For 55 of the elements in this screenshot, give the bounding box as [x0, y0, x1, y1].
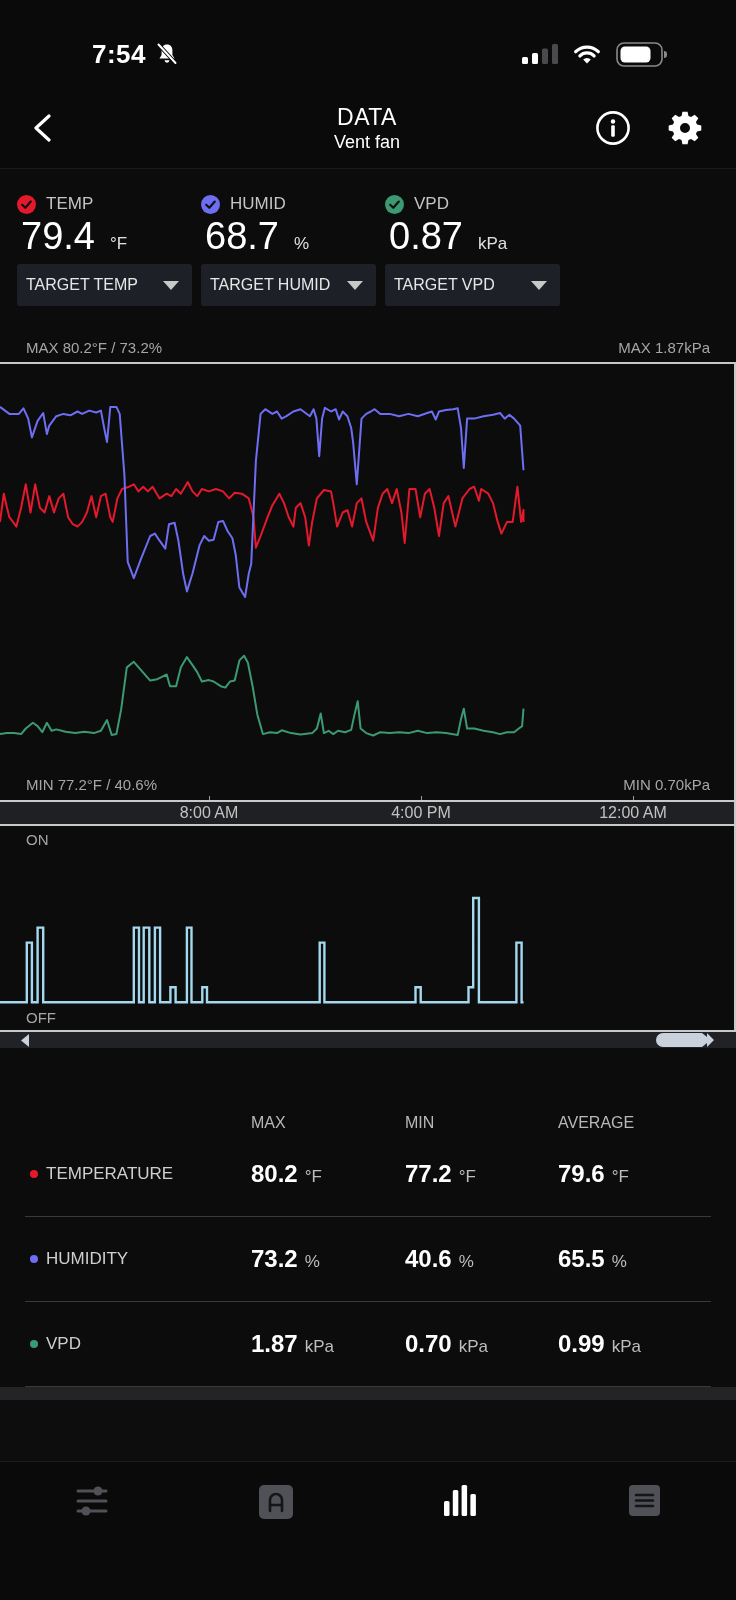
bell-slash-icon — [155, 42, 180, 66]
stat-value: 73.2 % — [251, 1245, 320, 1273]
stat-value: 80.2 °F — [251, 1160, 322, 1188]
fan-off-label: OFF — [26, 1009, 56, 1027]
caret-icon — [347, 280, 363, 290]
wifi-icon — [572, 43, 602, 65]
signal-icon — [522, 44, 558, 64]
scrollbar-thumb[interactable] — [656, 1033, 714, 1047]
metric-label: HUMID — [230, 194, 286, 214]
stat-value: 77.2 °F — [405, 1160, 476, 1188]
checkmark-circle-icon[interactable] — [201, 194, 220, 214]
bar-chart-icon[interactable] — [444, 1485, 476, 1516]
sliders-icon[interactable] — [76, 1485, 108, 1517]
settings-icon[interactable] — [668, 111, 702, 145]
battery-icon — [616, 41, 668, 67]
caret-icon — [531, 280, 547, 290]
device-subtitle: Vent fan — [333, 131, 401, 153]
target-dropdown[interactable]: TARGET HUMID — [201, 264, 376, 306]
chart-max-label: MAX 1.87kPa — [618, 339, 710, 357]
column-header: AVERAGE — [558, 1114, 636, 1132]
row-label: TEMPERATURE — [46, 1164, 174, 1184]
info-icon[interactable] — [596, 111, 630, 145]
stat-value: 40.6 % — [405, 1245, 474, 1273]
fan-on-label: ON — [26, 831, 49, 849]
target-dropdown[interactable]: TARGET TEMP — [17, 264, 192, 306]
caret-icon — [163, 280, 179, 290]
arch-tile-icon[interactable] — [259, 1485, 293, 1519]
row-label: VPD — [46, 1334, 81, 1354]
time-axis-label: 12:00 AM — [599, 803, 667, 823]
stat-value: 65.5 % — [558, 1245, 627, 1273]
screen-title: DATA — [337, 103, 397, 131]
time-axis-label: 4:00 PM — [391, 803, 451, 823]
chart-min-label: MIN 77.2°F / 40.6% — [26, 776, 158, 794]
back-chevron-icon[interactable] — [32, 114, 52, 142]
metric-reading: 79.4 °F — [20, 215, 128, 257]
stat-value: 1.87 kPa — [251, 1330, 334, 1358]
list-tile-icon[interactable] — [628, 1485, 660, 1516]
left-arrow-icon[interactable] — [21, 1033, 29, 1047]
metric-label: TEMP — [46, 194, 94, 214]
metric-label: VPD — [414, 194, 449, 214]
checkmark-circle-icon[interactable] — [385, 194, 404, 214]
time-axis-label: 8:00 AM — [179, 803, 239, 823]
target-dropdown[interactable]: TARGET VPD — [385, 264, 560, 306]
column-header: MIN — [405, 1114, 436, 1132]
stat-value: 0.70 kPa — [405, 1330, 488, 1358]
stat-value: 0.99 kPa — [558, 1330, 641, 1358]
column-header: MAX — [251, 1114, 287, 1132]
checkmark-circle-icon[interactable] — [17, 194, 36, 214]
status-time: 7:54 — [92, 39, 147, 69]
chart-min-label: MIN 0.70kPa — [623, 776, 710, 794]
row-label: HUMIDITY — [46, 1249, 129, 1269]
stat-value: 79.6 °F — [558, 1160, 629, 1188]
metric-reading: 68.7 % — [204, 215, 310, 257]
chart-max-label: MAX 80.2°F / 73.2% — [26, 339, 163, 357]
metric-reading: 0.87 kPa — [388, 215, 508, 257]
